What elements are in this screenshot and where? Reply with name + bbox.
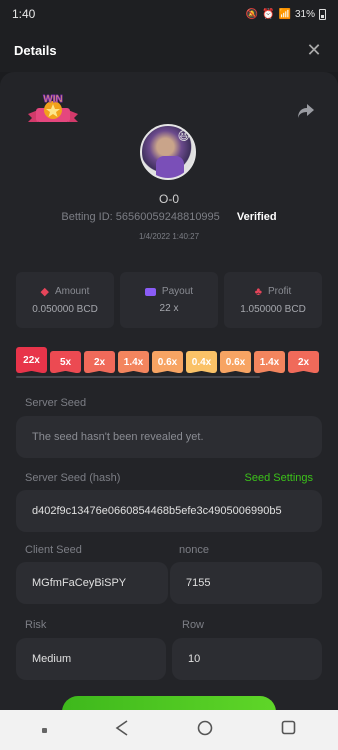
- avatar-shirt: [156, 156, 184, 178]
- multiplier-chip: 0.6x: [220, 351, 251, 374]
- back-icon[interactable]: [115, 719, 129, 741]
- nonce-field[interactable]: 7155: [170, 562, 322, 604]
- stat-payout-value: 22 x: [159, 303, 179, 314]
- client-seed-field[interactable]: MGfmFaCeyBiSPY: [16, 562, 168, 604]
- verify-button[interactable]: [62, 696, 276, 710]
- emoji-icon: 😆: [177, 129, 190, 143]
- username: O-0: [158, 192, 179, 206]
- multiplier-chip: 2x: [288, 351, 319, 374]
- server-seed-label: Server Seed: [25, 397, 87, 409]
- battery-percent: 31%: [294, 8, 315, 20]
- multiplier-chip: 1.4x: [254, 351, 285, 374]
- wifi-icon: 📶: [278, 8, 291, 20]
- row-label: Row: [182, 619, 205, 631]
- coins-icon: ◆: [40, 286, 49, 298]
- menu-dot-icon[interactable]: [42, 727, 47, 733]
- multiplier-chip: 2x: [84, 351, 115, 374]
- profit-icon: ♣: [254, 285, 262, 298]
- stats-row: ◆ Amount 0.050000 BCD Payout 22 x ♣ Prof…: [16, 272, 322, 328]
- stat-profit-label: Profit: [267, 286, 292, 297]
- page-title: Details: [14, 42, 57, 58]
- multiplier-chip: 5x: [50, 351, 81, 374]
- mute-icon: 🔕: [245, 8, 259, 20]
- close-icon[interactable]: ✕: [304, 40, 324, 61]
- nonce-label: nonce: [179, 544, 209, 556]
- multiplier-chip: 0.6x: [152, 351, 183, 374]
- multiplier-chip: 1.4x: [118, 351, 149, 374]
- verified-badge: Verified: [236, 211, 277, 223]
- stat-profit: ♣ Profit 1.050000 BCD: [224, 272, 322, 328]
- multiplier-chip: 22x: [16, 347, 47, 374]
- status-time: 1:40: [12, 7, 36, 21]
- multiplier-chip: 0.4x: [186, 351, 217, 374]
- server-seed-field: The seed hasn't been revealed yet.: [16, 416, 322, 458]
- risk-field[interactable]: Medium: [16, 638, 166, 680]
- win-badge-text: WIN: [43, 94, 62, 105]
- stat-payout: Payout 22 x: [120, 272, 218, 328]
- stat-amount-value: 0.050000 BCD: [32, 304, 98, 315]
- status-icons: 🔕 ⏰ 📶 31%: [245, 8, 326, 20]
- seed-settings-link[interactable]: Seed Settings: [245, 472, 314, 484]
- win-badge-icon: WIN: [28, 94, 78, 122]
- system-nav-bar: [0, 710, 338, 750]
- betting-id-row: Betting ID: 56560059248810995 Verified: [0, 211, 338, 223]
- status-bar: 1:40 🔕 ⏰ 📶 31%: [0, 0, 338, 28]
- alarm-icon: ⏰: [262, 8, 275, 20]
- battery-icon: [319, 8, 326, 20]
- recent-apps-icon[interactable]: [281, 720, 296, 740]
- avatar[interactable]: 😆: [140, 124, 196, 180]
- bet-datetime: 1/4/2022 1:40:27: [138, 232, 200, 241]
- row-field[interactable]: 10: [172, 638, 322, 680]
- risk-label: Risk: [25, 619, 47, 631]
- stat-payout-label: Payout: [161, 286, 194, 297]
- multiplier-strip[interactable]: 22x 5x 2x 1.4x 0.6x 0.4x 0.6x 1.4x 2x: [16, 347, 326, 375]
- betting-id: Betting ID: 56560059248810995: [61, 211, 220, 223]
- server-seed-hash-label: Server Seed (hash): [25, 472, 121, 484]
- stat-amount: ◆ Amount 0.050000 BCD: [16, 272, 114, 328]
- bet-details-card: WIN 😆 O-0 Betting ID: 56560059248810995 …: [0, 72, 338, 710]
- card-icon: [144, 287, 156, 296]
- stat-profit-value: 1.050000 BCD: [240, 303, 306, 315]
- stat-amount-label: Amount: [55, 286, 90, 297]
- multiplier-scrollbar[interactable]: [16, 376, 260, 378]
- server-seed-hash-field[interactable]: d402f9c13476e0660854468b5efe3c4905006990…: [16, 490, 322, 532]
- home-icon[interactable]: [197, 720, 213, 741]
- share-icon[interactable]: [298, 104, 314, 123]
- details-header: Details ✕: [0, 28, 338, 72]
- client-seed-label: Client Seed: [25, 544, 82, 556]
